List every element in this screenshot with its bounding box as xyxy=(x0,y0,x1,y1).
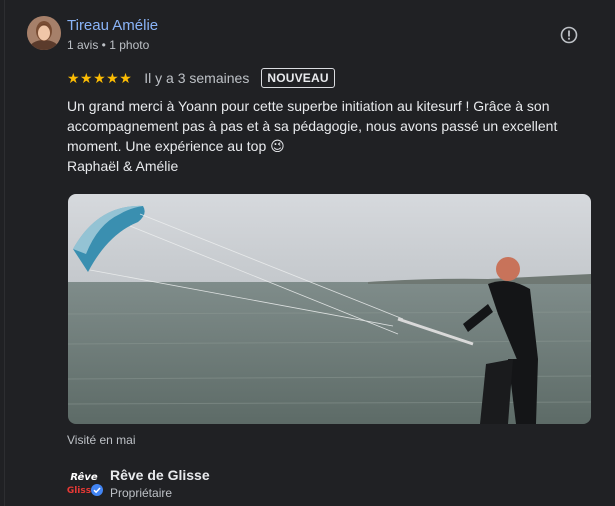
owner-role: Propriétaire xyxy=(110,486,173,500)
visited-date: Visité en mai xyxy=(67,433,136,447)
report-flag-icon[interactable] xyxy=(560,26,578,44)
review-text: Un grand merci à Yoann pour cette superb… xyxy=(67,96,587,176)
review-date: Il y a 3 semaines xyxy=(144,70,250,86)
star-rating: ★★★★★ xyxy=(67,69,133,86)
verified-check-icon xyxy=(91,484,103,496)
rating-row: ★★★★★ Il y a 3 semaines NOUVEAU xyxy=(67,67,335,89)
review-photo[interactable] xyxy=(68,194,591,424)
review-text-body: Un grand merci à Yoann pour cette superb… xyxy=(67,98,558,154)
author-name[interactable]: Tireau Amélie xyxy=(67,17,158,34)
author-avatar[interactable] xyxy=(27,16,61,50)
owner-name[interactable]: Rêve de Glisse xyxy=(110,467,210,483)
review-card: Tireau Amélie 1 avis • 1 photo ★★★★★ Il … xyxy=(4,0,612,506)
author-meta: 1 avis • 1 photo xyxy=(67,38,150,52)
review-text-signature: Raphaël & Amélie xyxy=(67,158,179,174)
new-badge: NOUVEAU xyxy=(261,68,335,88)
owner-logo: Rêve Glisse xyxy=(67,466,103,500)
svg-text:Rêve: Rêve xyxy=(70,471,98,483)
